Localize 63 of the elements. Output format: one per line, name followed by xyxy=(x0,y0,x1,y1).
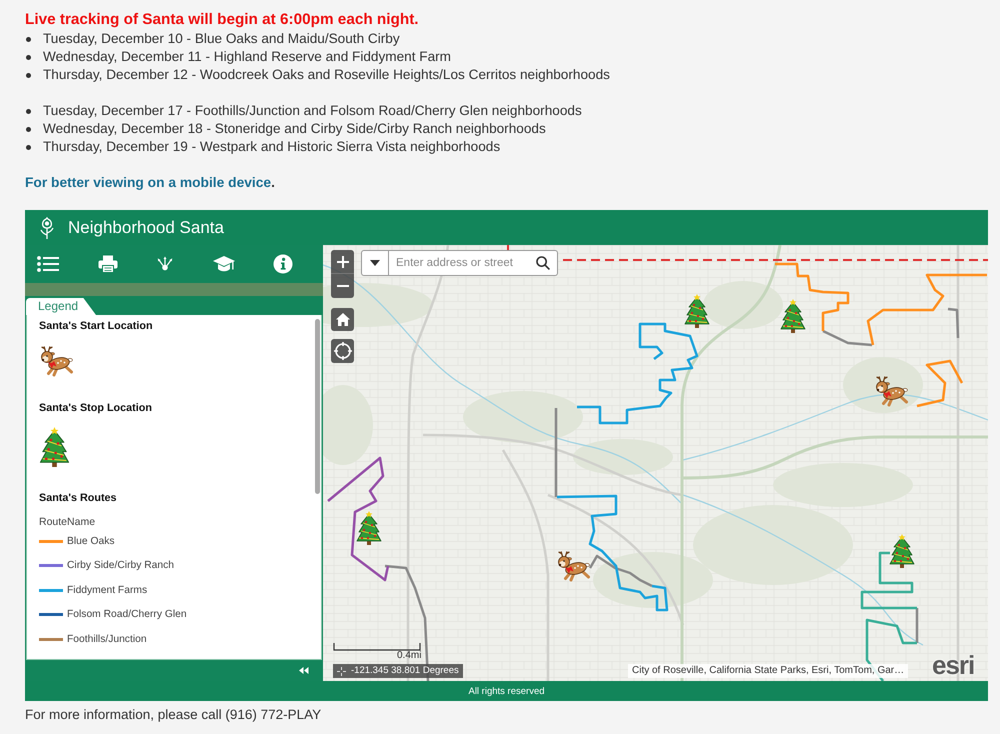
route-name: Cirby Side/Cirby Ranch xyxy=(67,560,174,572)
legend-heading: Santa's Start Location xyxy=(39,319,154,334)
info-icon[interactable] xyxy=(273,254,293,274)
legend-field-label: RouteName xyxy=(39,515,96,529)
rights-text: All rights reserved xyxy=(468,686,545,696)
route-line xyxy=(916,360,964,408)
street-map-drawing[interactable] xyxy=(323,245,988,681)
legend-heading: Santa's Routes xyxy=(39,491,118,506)
reindeer-icon[interactable] xyxy=(876,376,908,406)
bullet-icon xyxy=(26,72,31,78)
minus-icon xyxy=(336,285,348,287)
crosshair-icon[interactable] xyxy=(337,666,346,676)
christmas-tree-icon[interactable] xyxy=(890,534,914,568)
home-button[interactable] xyxy=(331,308,354,331)
zoom-in-button[interactable] xyxy=(331,250,354,274)
tracking-notice-heading: Live tracking of Santa will begin at 6:00pm each night. xyxy=(25,10,420,30)
legend-tab[interactable]: Legend xyxy=(26,298,96,315)
bullet-icon xyxy=(26,36,31,42)
reindeer-icon[interactable] xyxy=(558,550,590,582)
schedule-item: Thursday, December 12 - Woodcreek Oaks and Roseville Heights/Los Cerritos neighborhoods xyxy=(43,66,610,84)
schedule-item: Wednesday, December 11 - Highland Reserve and Fiddyment Farm xyxy=(43,48,451,66)
search-field[interactable]: Enter address or street xyxy=(389,250,558,276)
reindeer-icon xyxy=(39,345,73,377)
plus-icon xyxy=(336,256,348,268)
schedule-item: Wednesday, December 18 - Stoneridge and Cirby Side/Cirby Ranch neighborhoods xyxy=(43,120,546,138)
christmas-tree-icon[interactable] xyxy=(780,299,806,333)
print-icon[interactable] xyxy=(98,255,118,273)
legend-heading: Santa's Stop Location xyxy=(39,401,153,416)
scrollbar-thumb[interactable] xyxy=(315,319,320,494)
scale-label: 0.4mi xyxy=(397,650,422,662)
christmas-tree-icon[interactable] xyxy=(356,511,382,545)
route-name: Blue Oaks xyxy=(67,536,115,547)
list-icon[interactable] xyxy=(37,255,59,273)
locate-icon xyxy=(334,342,352,360)
locate-button[interactable] xyxy=(331,339,354,363)
bullet-icon xyxy=(26,108,31,114)
map-logo: esri xyxy=(932,651,974,679)
mobile-link[interactable]: For better viewing on a mobile device xyxy=(25,175,272,190)
bullet-icon xyxy=(26,54,31,60)
contact-note: For more information, please call (916) 772-PLAY xyxy=(25,706,322,724)
search-dropdown-button[interactable] xyxy=(361,250,389,276)
home-icon xyxy=(336,313,350,326)
route-name: Fiddyment Farms xyxy=(67,584,148,596)
bullet-icon xyxy=(26,144,31,150)
schedule-item: Thursday, December 19 - Westpark and Historic Sierra Vista neighborhoods xyxy=(43,138,500,156)
schedule-item: Tuesday, December 17 - Foothills/Junction and Folsom Road/Cherry Glen neighborhoods xyxy=(43,102,582,120)
collapse-icon[interactable] xyxy=(299,667,309,674)
map-attribution: City of Roseville, California State Parks, Esri, TomTom, Gar… xyxy=(628,664,908,678)
share-icon[interactable] xyxy=(156,256,174,272)
app-title: Neighborhood Santa xyxy=(68,218,224,238)
mobile-note: For better viewing on a mobile device. xyxy=(25,174,276,192)
flower-icon xyxy=(39,216,55,238)
christmas-tree-icon[interactable] xyxy=(684,294,710,328)
coordinates-text: -121.345 38.801 Degrees xyxy=(351,664,459,678)
graduation-cap-icon[interactable] xyxy=(212,255,234,273)
bullet-icon xyxy=(26,126,31,132)
search-icon[interactable] xyxy=(536,256,550,270)
schedule-item: Tuesday, December 10 - Blue Oaks and Maidu/South Cirby xyxy=(43,30,400,48)
christmas-tree-icon xyxy=(39,427,70,467)
zoom-out-button[interactable] xyxy=(331,274,354,298)
route-name: Folsom Road/Cherry Glen xyxy=(67,609,187,620)
caret-down-icon xyxy=(370,260,380,266)
route-name: Foothills/Junction xyxy=(67,634,147,645)
